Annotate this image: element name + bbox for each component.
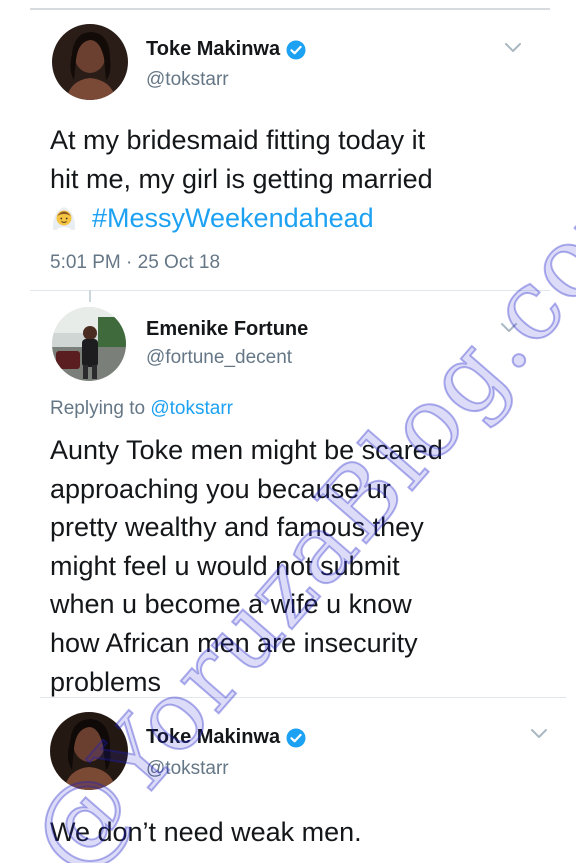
tweet-3[interactable]: Toke Makinwa @tokstarr We don’t need wea…	[0, 0, 576, 863]
tweet-thread-screenshot: Toke Makinwa @tokstarr At my bridesmaid …	[0, 0, 576, 863]
chevron-down-icon[interactable]	[530, 728, 548, 740]
username[interactable]: @tokstarr	[146, 758, 229, 780]
tweet-text: We don’t need weak men.	[50, 817, 362, 847]
avatar-image	[50, 712, 128, 790]
display-name[interactable]: Toke Makinwa	[146, 726, 280, 749]
avatar[interactable]	[50, 712, 128, 790]
verified-badge-icon	[286, 728, 306, 748]
